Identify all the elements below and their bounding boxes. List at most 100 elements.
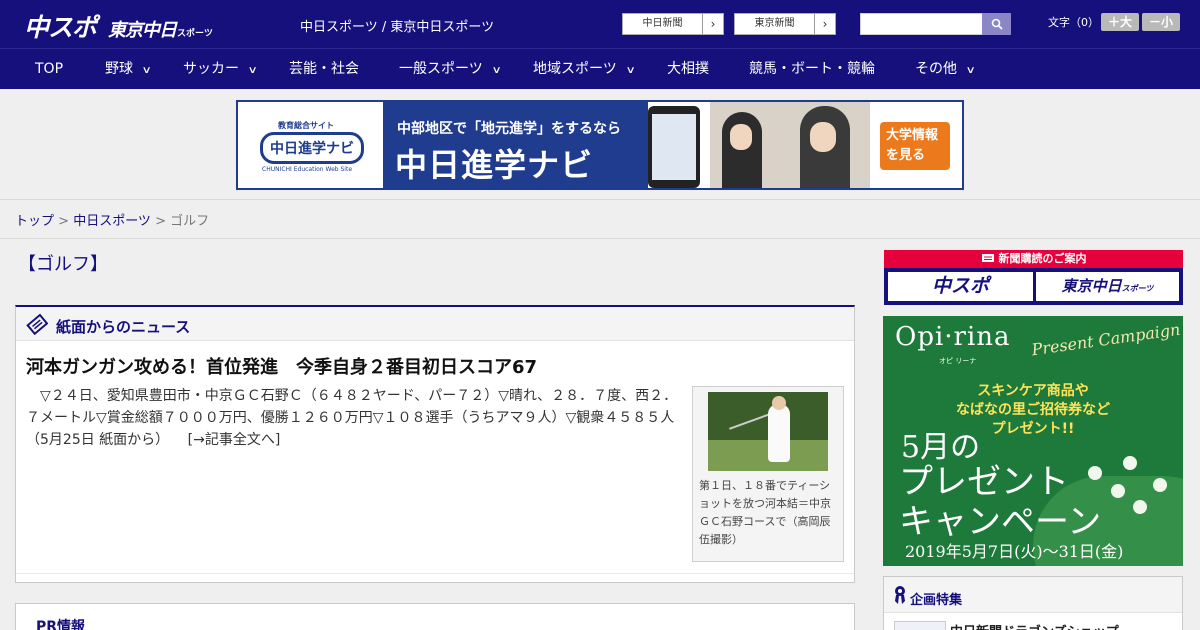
tokyo-shimbun-link[interactable]: 東京新聞 › [734, 13, 836, 35]
font-smaller-button[interactable]: －小 [1142, 13, 1180, 31]
lily-flower [1153, 478, 1167, 492]
lily-flower [1088, 466, 1102, 480]
student-face [810, 122, 836, 152]
ad-brand: Opi·rina [895, 322, 1011, 352]
opirina-ad[interactable]: Opi·rina オピ リーナ Present Campaign スキンケア商品… [883, 316, 1183, 566]
search-button[interactable] [982, 13, 1011, 35]
subscribe-chuspo-button[interactable]: 中スポ [888, 272, 1033, 301]
news-section-label: 紙面からのニュース [56, 318, 191, 336]
article-body-text: ▽２４日、愛知県豊田市・中京ＧＣ石野Ｃ（６４８２ヤード、パー７２）▽晴れ、２８．… [26, 388, 678, 448]
nav-item-entertainment[interactable]: 芸能・社会 [289, 49, 359, 89]
features-header: 企画特集 [884, 577, 1182, 613]
banner-logo-panel: 教育総合サイト 中日進学ナビ CHUNICHI Education Web Si… [238, 102, 383, 188]
nav-item-label: 芸能・社会 [289, 61, 359, 77]
chunichi-shimbun-link[interactable]: 中日新聞 › [622, 13, 724, 35]
article-photo-box: 第１日、１８番でティーショットを放つ河本結＝中京ＧＣ石野コースで（高岡辰伍撮影） [692, 386, 844, 562]
divider [0, 238, 1200, 239]
logo-chuspo: 中スポ [24, 13, 97, 42]
feature-thumbnail[interactable] [894, 621, 946, 630]
nav-item-label: 野球 [105, 61, 133, 77]
search-icon [991, 18, 1003, 30]
news-section: 紙面からのニュース 河本ガンガン攻める！首位発進 今季自身２番目初日スコア67 … [15, 305, 855, 583]
subscription-header: 新聞購読のご案内 [884, 250, 1183, 268]
divider [16, 573, 854, 574]
site-title[interactable]: 中日スポーツ / 東京中日スポーツ [300, 16, 494, 35]
paper-link-label: 中日新聞 [623, 14, 703, 34]
chevron-down-icon: ∨ [625, 65, 636, 76]
nav-item-baseball[interactable]: 野球 ∨ [105, 49, 152, 89]
students-photo [710, 102, 870, 188]
feature-item-dragons-shop[interactable]: 中日新聞ドラゴンズショップ [950, 621, 1119, 630]
shingaku-navi-banner[interactable]: 教育総合サイト 中日進学ナビ CHUNICHI Education Web Si… [236, 100, 964, 190]
breadcrumb-chunichi-sports[interactable]: 中日スポーツ [73, 214, 151, 229]
newspaper-icon [981, 254, 994, 262]
pr-section-label: PR情報 [36, 619, 86, 630]
photo-golfer-body [768, 404, 790, 462]
font-bigger-button[interactable]: ＋大 [1101, 13, 1139, 31]
banner-cta-panel: 大学情報 を見る [870, 102, 962, 188]
header-bar: 中スポ 東京中日 スポーツ 中日スポーツ / 東京中日スポーツ 中日新聞 › 東… [0, 0, 1200, 48]
ad-line-2: なばなの里ご招待券など [956, 402, 1110, 418]
cta-line-2: を見る [886, 148, 926, 163]
subscription-header-label: 新聞購読のご案内 [998, 252, 1087, 265]
subscribe-btn-small: スポーツ [1121, 284, 1154, 293]
chevron-right-icon: › [710, 17, 716, 31]
lily-flower [1123, 456, 1137, 470]
read-more-link[interactable]: [→記事全文へ] [188, 432, 281, 448]
nav-item-label: 大相撲 [667, 61, 709, 77]
main-nav: TOP 野球 ∨ サッカー ∨ 芸能・社会 一般スポーツ ∨ 地域スポーツ ∨ 大相撲 … [0, 48, 1200, 89]
nav-item-top[interactable]: TOP [35, 49, 63, 89]
nav-item-label: TOP [35, 61, 64, 77]
nav-item-label: 一般スポーツ [399, 61, 483, 77]
font-size-label: 文字（0） [1048, 16, 1099, 29]
nav-item-other[interactable]: その他 ∨ [915, 49, 976, 89]
nav-item-label: 地域スポーツ [533, 61, 617, 77]
ad-headline-3: キャンペーン [899, 502, 1102, 542]
chevron-down-icon: ∨ [247, 65, 258, 76]
logo-tokyo-chunichi: 東京中日 [108, 20, 177, 41]
nav-item-soccer[interactable]: サッカー ∨ [183, 49, 258, 89]
nav-item-general-sports[interactable]: 一般スポーツ ∨ [399, 49, 502, 89]
logo-sports-small: スポーツ [177, 29, 213, 39]
page-title: 【ゴルフ】 [18, 254, 108, 275]
ad-brand-reading: オピ リーナ [939, 357, 977, 365]
pr-section: PR情報 [15, 603, 855, 630]
cta-line-1: 大学情報 [886, 128, 939, 143]
nav-item-label: その他 [915, 61, 957, 77]
breadcrumb-current: ゴルフ [170, 214, 210, 229]
article-summary: ▽２４日、愛知県豊田市・中京ＧＣ石野Ｃ（６４８２ヤード、パー７２）▽晴れ、２８．… [26, 385, 686, 451]
article-title[interactable]: 河本ガンガン攻める！首位発進 今季自身２番目初日スコア67 [26, 353, 537, 379]
photo-golf-club [729, 412, 773, 430]
ad-dates: 2019年5月7日(火)～31日(金) [905, 542, 1124, 561]
breadcrumb-separator: > [54, 214, 74, 229]
banner-tagline: 中部地区で「地元進学」をするなら [397, 121, 621, 137]
golfer-photo[interactable] [708, 392, 828, 471]
breadcrumb-home[interactable]: トップ [15, 214, 54, 229]
newspaper-icon [26, 313, 48, 335]
nav-item-racing[interactable]: 競馬・ボート・競輪 [749, 49, 875, 89]
subscribe-tokyo-chunichi-button[interactable]: 東京中日スポーツ [1036, 272, 1179, 301]
banner-logo-subtitle: CHUNICHI Education Web Site [262, 166, 353, 173]
site-logo[interactable]: 中スポ 東京中日 スポーツ [24, 8, 213, 42]
banner-title: 中日進学ナビ [395, 146, 594, 184]
nav-item-local-sports[interactable]: 地域スポーツ ∨ [533, 49, 636, 89]
banner-text-panel: 中部地区で「地元進学」をするなら 中日進学ナビ [383, 102, 648, 188]
photo-caption: 第１日、１８番でティーショットを放つ河本結＝中京ＧＣ石野コースで（高岡辰伍撮影） [699, 479, 831, 546]
chevron-down-icon: ∨ [965, 65, 976, 76]
nav-item-sumo[interactable]: 大相撲 [667, 49, 709, 89]
subscribe-btn-label: 東京中日 [1061, 277, 1122, 295]
banner-logo-caption: 教育総合サイト [278, 121, 334, 130]
ribbon-icon [895, 586, 905, 604]
university-info-button[interactable]: 大学情報 を見る [880, 122, 950, 170]
chevron-down-icon: ∨ [141, 65, 152, 76]
banner-logo: 中日進学ナビ [260, 132, 364, 164]
breadcrumb-separator: > [150, 214, 171, 229]
chevron-down-icon: ∨ [491, 65, 502, 76]
features-box: 企画特集 中日新聞ドラゴンズショップ [883, 576, 1183, 630]
nav-item-label: サッカー [183, 61, 239, 77]
banner-area: 教育総合サイト 中日進学ナビ CHUNICHI Education Web Si… [0, 89, 1200, 200]
subscription-box: 新聞購読のご案内 中スポ 東京中日スポーツ [884, 250, 1183, 305]
lily-flower [1133, 500, 1147, 514]
search-input[interactable] [860, 13, 983, 35]
news-section-header: 紙面からのニュース [16, 307, 854, 341]
